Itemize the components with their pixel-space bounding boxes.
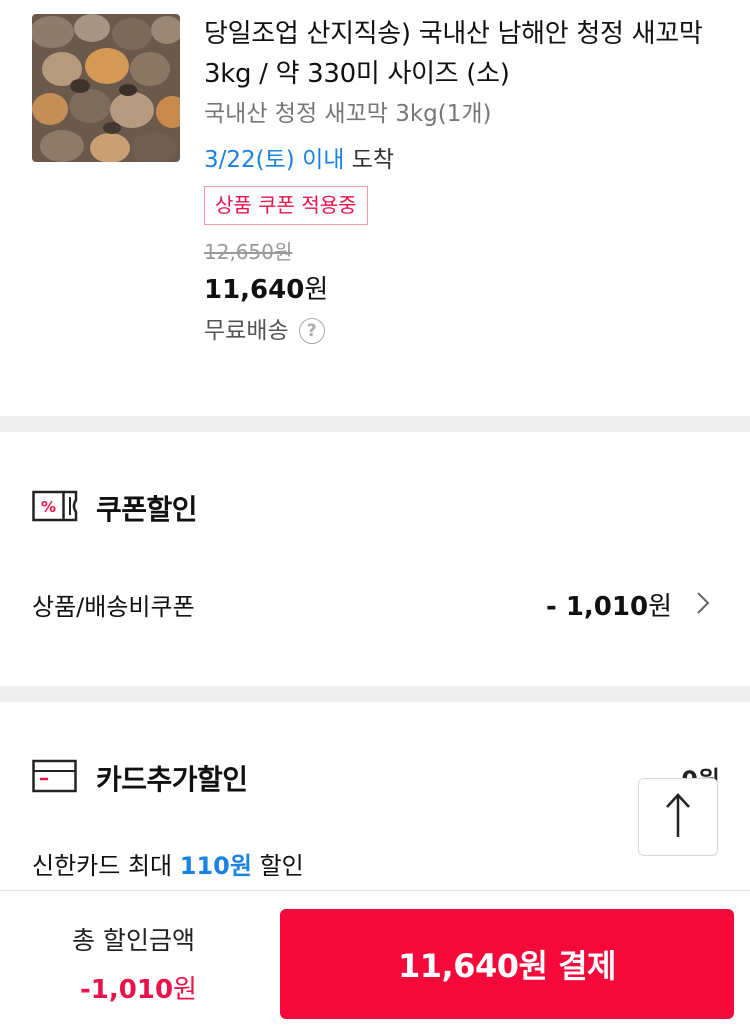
coupon-row[interactable]: 상품/배송비쿠폰 - 1,010원 — [32, 586, 710, 623]
svg-text:%: % — [41, 498, 56, 516]
shipping-label: 무료배송 — [204, 318, 289, 344]
percent-coupon-icon: % — [32, 489, 78, 527]
coupon-section-title: 쿠폰할인 — [96, 493, 198, 526]
delivery-suffix: 도착 — [351, 147, 395, 173]
delivery-estimate: 3/22(토) 이내 도착 — [204, 144, 724, 176]
product-option: 국내산 청정 새꼬막 3kg(1개) — [204, 101, 492, 127]
coupon-row-label: 상품/배송비쿠폰 — [32, 593, 195, 621]
scroll-to-top-button[interactable] — [638, 778, 718, 856]
delivery-date: 3/22(토) 이내 — [204, 147, 345, 173]
credit-card-icon — [32, 758, 78, 798]
coupon-section-header: % 쿠폰할인 — [32, 488, 198, 528]
card-discount-info: 신한카드 최대 110원 할인 — [32, 846, 304, 881]
coupon-discount-number: - 1,010 — [545, 592, 649, 622]
final-price-unit: 원 — [304, 275, 329, 305]
total-discount-amount: -1,010원 — [80, 969, 197, 1006]
product-title[interactable]: 당일조업 산지직송) 국내산 남해안 청정 새꼬막 3kg / 약 330미 사… — [204, 14, 724, 94]
card-discount-prefix: 신한카드 최대 — [32, 852, 180, 880]
pay-button[interactable]: 11,640원 결제 — [280, 909, 734, 1019]
card-discount-suffix: 할인 — [251, 852, 304, 880]
final-price: 11,640원 — [204, 273, 724, 307]
coupon-discount-unit: 원 — [648, 592, 672, 622]
arrow-up-icon — [663, 791, 693, 843]
product-section: 당일조업 산지직송) 국내산 남해안 청정 새꼬막 3kg / 약 330미 사… — [0, 0, 750, 416]
coupon-applied-badge: 상품 쿠폰 적용중 — [204, 186, 368, 225]
product-image[interactable] — [32, 14, 180, 162]
total-discount-unit: 원 — [173, 975, 197, 1005]
total-discount-label: 총 할인금액 — [72, 926, 195, 955]
checkout-page: 당일조업 산지직송) 국내산 남해안 청정 새꼬막 3kg / 약 330미 사… — [0, 0, 750, 1027]
card-section-title: 카드추가할인 — [96, 763, 248, 796]
card-section-header: 카드추가할인 — [32, 758, 248, 798]
chevron-right-icon[interactable] — [672, 591, 710, 619]
original-price: 12,650원 — [204, 240, 293, 264]
section-divider — [0, 686, 750, 702]
question-circle-icon[interactable]: ? — [298, 318, 325, 344]
shipping-info: 무료배송 ? — [204, 315, 724, 347]
total-discount-number: -1,010 — [80, 975, 174, 1005]
product-info: 당일조업 산지직송) 국내산 남해안 청정 새꼬막 3kg / 약 330미 사… — [204, 14, 724, 347]
bottom-checkout-bar: 총 할인금액 -1,010원 11,640원 결제 — [0, 890, 750, 1027]
section-divider — [0, 416, 750, 432]
final-price-number: 11,640 — [204, 275, 305, 305]
coupon-discount-value: - 1,010원 — [546, 586, 672, 623]
card-discount-amount: 110원 — [179, 852, 252, 880]
